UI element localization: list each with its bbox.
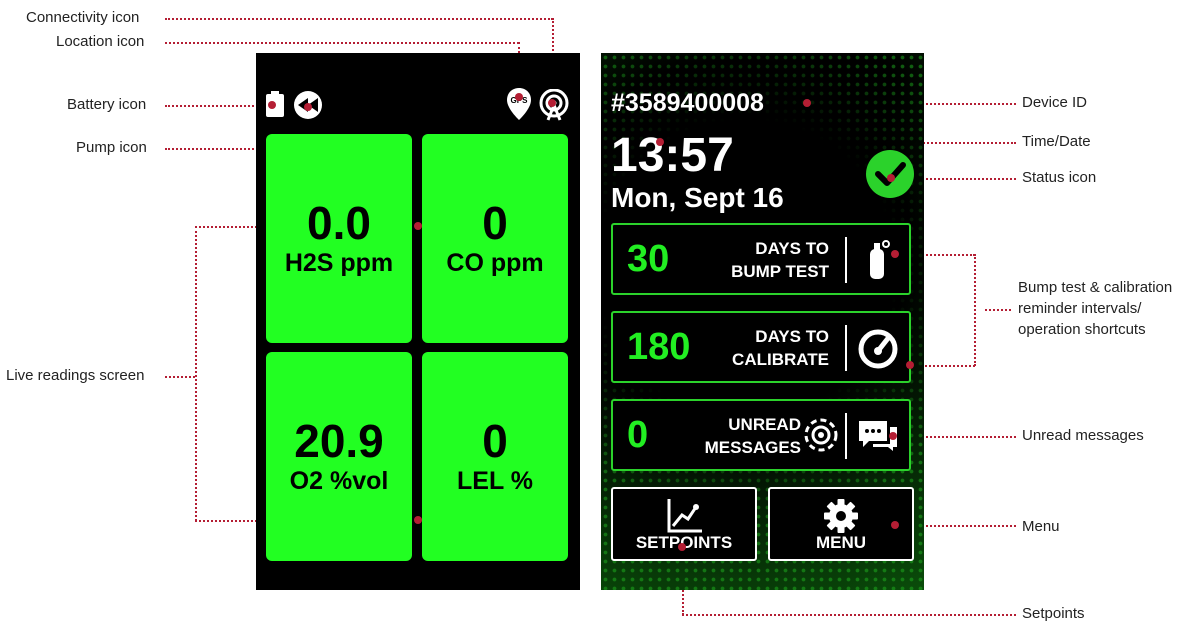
pointer-dot bbox=[678, 543, 686, 551]
reading-unit: O2 %vol bbox=[289, 466, 389, 495]
pointer-dot bbox=[906, 361, 914, 369]
pointer-dot bbox=[803, 99, 811, 107]
leader-line bbox=[165, 105, 269, 107]
leader-line bbox=[682, 614, 1016, 616]
time: 13:57 bbox=[611, 129, 734, 182]
pointer-dot bbox=[891, 521, 899, 529]
leader-line bbox=[985, 309, 1011, 311]
callout-menu: Menu bbox=[1022, 518, 1060, 535]
separator bbox=[845, 413, 847, 459]
reading-tile-h2s[interactable]: 0.0 H2S ppm bbox=[266, 134, 412, 343]
pointer-dot bbox=[414, 516, 422, 524]
leader-line bbox=[165, 376, 195, 378]
callout-live: Live readings screen bbox=[6, 367, 145, 384]
pointer-dot bbox=[891, 250, 899, 258]
calibrate-label: DAYS TO CALIBRATE bbox=[732, 327, 829, 369]
pointer-dot bbox=[889, 432, 897, 440]
pointer-dot bbox=[304, 103, 312, 111]
gear-icon bbox=[824, 499, 858, 533]
callout-device-id: Device ID bbox=[1022, 94, 1088, 111]
callout-status: Status icon bbox=[1022, 169, 1097, 186]
pointer-dot bbox=[548, 99, 556, 107]
callout-bump-1: Bump test & calibration bbox=[1018, 279, 1173, 296]
messages-button[interactable]: 0 UNREAD MESSAGES bbox=[611, 399, 911, 471]
live-readings-screen: GPS 0.0 H2S ppm 0 CO ppm 20.9 O2 %vol 0 … bbox=[256, 53, 580, 590]
callout-bump-2: reminder intervals/ bbox=[1018, 300, 1142, 317]
callout-connectivity: Connectivity icon bbox=[26, 9, 140, 26]
date: Mon, Sept 16 bbox=[611, 182, 784, 213]
pointer-dot bbox=[656, 138, 664, 146]
reading-unit: LEL % bbox=[457, 466, 533, 495]
reading-value: 20.9 bbox=[294, 414, 384, 467]
radar-icon bbox=[804, 418, 838, 452]
unread-count: 0 bbox=[627, 414, 649, 456]
leader-line bbox=[165, 18, 553, 20]
leader-line bbox=[195, 226, 197, 521]
calibrate-days-value: 180 bbox=[627, 326, 691, 368]
gas-cylinder-icon bbox=[870, 240, 890, 279]
separator bbox=[845, 325, 847, 371]
callout-battery: Battery icon bbox=[67, 96, 147, 113]
reading-unit: CO ppm bbox=[446, 248, 544, 277]
pointer-dot bbox=[414, 222, 422, 230]
reading-tile-co[interactable]: 0 CO ppm bbox=[422, 134, 568, 343]
bump-test-button[interactable]: 30 DAYS TO BUMP TEST bbox=[611, 223, 911, 295]
calibrate-button[interactable]: 180 DAYS TO CALIBRATE bbox=[611, 311, 911, 383]
device-id: #3589400008 bbox=[611, 89, 764, 117]
messages-label: UNREAD MESSAGES bbox=[704, 415, 801, 457]
leader-line bbox=[974, 254, 976, 366]
menu-label: MENU bbox=[815, 533, 867, 552]
callout-location: Location icon bbox=[56, 33, 145, 50]
reading-value: 0.0 bbox=[307, 196, 371, 249]
home-screen: #3589400008 13:57 Mon, Sept 16 30 DAYS T… bbox=[601, 53, 924, 590]
callout-unread: Unread messages bbox=[1022, 427, 1144, 444]
gauge-icon bbox=[858, 329, 898, 369]
reading-value: 0 bbox=[482, 414, 508, 467]
bump-days-value: 30 bbox=[627, 238, 670, 280]
leader-line bbox=[165, 42, 519, 44]
reading-tile-o2[interactable]: 20.9 O2 %vol bbox=[266, 352, 412, 561]
callout-setpoints: Setpoints bbox=[1022, 605, 1085, 622]
pointer-dot bbox=[515, 93, 523, 101]
chart-line-icon bbox=[667, 499, 702, 533]
callout-bump-3: operation shortcuts bbox=[1018, 321, 1146, 338]
callout-time-date: Time/Date bbox=[1022, 133, 1091, 150]
reading-value: 0 bbox=[482, 196, 508, 249]
reading-unit: H2S ppm bbox=[284, 248, 394, 277]
pointer-dot bbox=[887, 174, 895, 182]
bump-label: DAYS TO BUMP TEST bbox=[731, 239, 829, 281]
pointer-dot bbox=[268, 101, 276, 109]
reading-tile-lel[interactable]: 0 LEL % bbox=[422, 352, 568, 561]
callout-pump: Pump icon bbox=[76, 139, 147, 156]
separator bbox=[845, 237, 847, 283]
